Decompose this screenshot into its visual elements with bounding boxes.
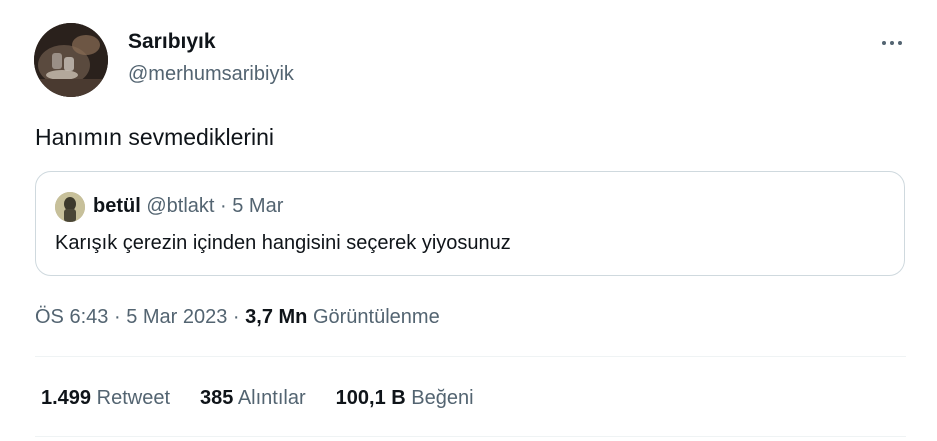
more-options-button[interactable]: [874, 28, 910, 58]
divider: [35, 356, 906, 357]
retweets-label: Retweet: [96, 387, 170, 409]
quoted-author-handle: @btlakt: [146, 195, 215, 217]
tweet-meta: ÖS 6:43 · 5 Mar 2023 · 3,7 Mn Görüntülen…: [35, 303, 440, 331]
likes-label: Beğeni: [411, 387, 474, 409]
meta-separator: ·: [113, 306, 121, 328]
more-horizontal-icon-dot: [898, 41, 902, 45]
avatar-photo: [34, 23, 108, 97]
quotes-label: Alıntılar: [237, 387, 306, 409]
tweet-time[interactable]: ÖS 6:43: [35, 306, 108, 328]
more-horizontal-icon: [882, 41, 886, 45]
likes-stat[interactable]: 100,1 B Beğeni: [336, 384, 474, 412]
author-display-name[interactable]: Sarıbıyık: [128, 29, 216, 55]
quoted-avatar-photo: [55, 192, 85, 222]
quoted-tweet-header: betül @btlakt · 5 Mar: [93, 192, 283, 220]
quotes-stat[interactable]: 385 Alıntılar: [200, 384, 306, 412]
author-avatar[interactable]: [34, 23, 108, 97]
meta-separator: ·: [232, 306, 240, 328]
tweet-text: Hanımın sevmediklerini: [35, 124, 275, 150]
divider: [35, 436, 906, 437]
quoted-tweet-text: Karışık çerezin içinden hangisini seçere…: [55, 232, 511, 254]
quoted-date: 5 Mar: [232, 195, 284, 217]
views-label: Görüntülenme: [312, 306, 440, 328]
author-handle[interactable]: @merhumsaribiyik: [128, 62, 294, 86]
quoted-tweet-card[interactable]: betül @btlakt · 5 Mar Karışık çerezin iç…: [35, 171, 905, 276]
more-horizontal-icon-dot: [890, 41, 894, 45]
quoted-author-name: betül: [93, 195, 141, 217]
likes-count: 100,1 B: [335, 387, 406, 409]
quoted-separator: ·: [220, 195, 227, 217]
retweets-stat[interactable]: 1.499 Retweet: [41, 384, 170, 412]
retweets-count: 1.499: [41, 387, 92, 409]
tweet-date[interactable]: 5 Mar 2023: [126, 306, 227, 328]
views-count: 3,7 Mn: [245, 306, 308, 328]
engagement-stats: 1.499 Retweet 385 Alıntılar 100,1 B Beğe…: [41, 384, 504, 412]
quotes-count: 385: [200, 387, 234, 409]
tweet: Sarıbıyık @merhumsaribiyik Hanımın sevme…: [0, 0, 937, 441]
quoted-author-avatar: [55, 192, 85, 222]
